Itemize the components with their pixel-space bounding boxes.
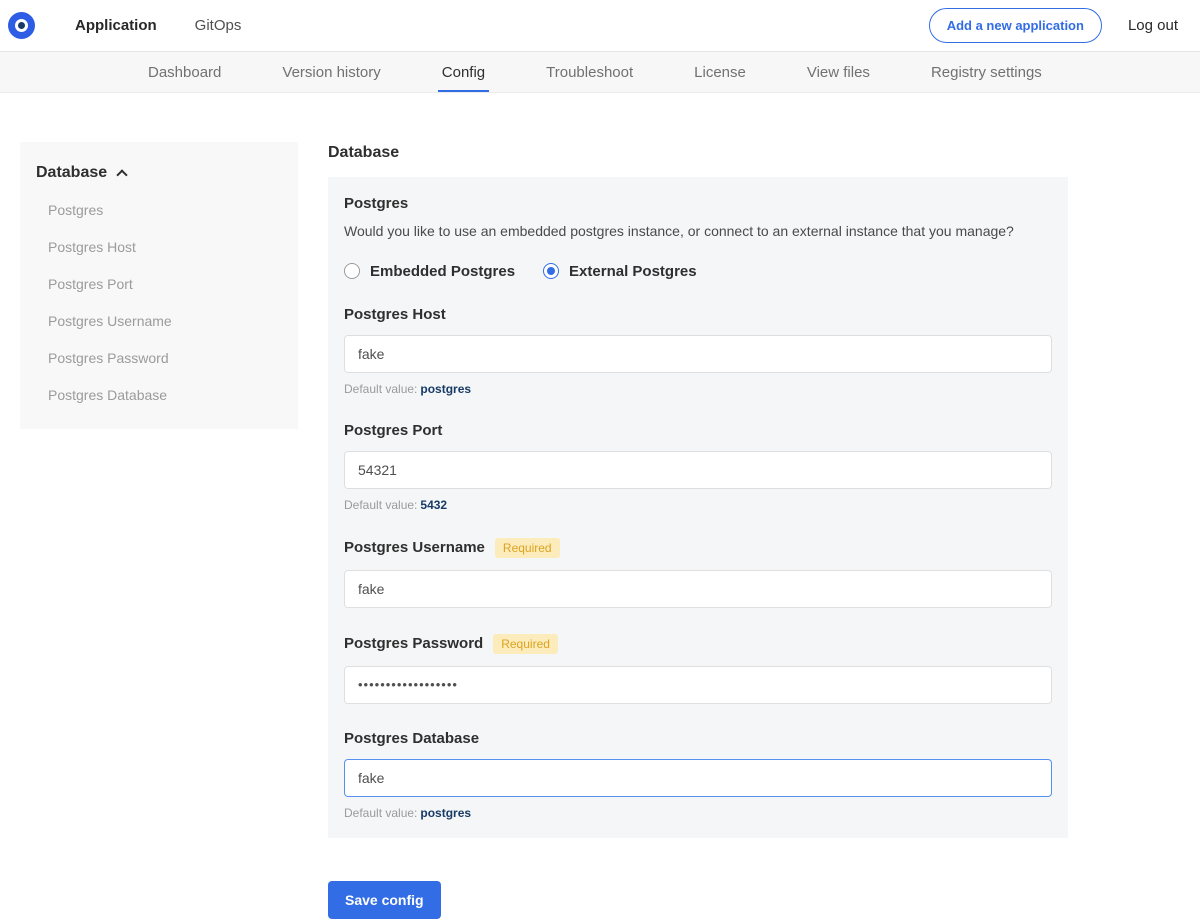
default-prefix: Default value: <box>344 806 417 820</box>
default-prefix: Default value: <box>344 498 417 512</box>
field-label-postgres-port: Postgres Port <box>344 422 1052 439</box>
save-row: Save config <box>328 881 1068 919</box>
config-main: Database Postgres Would you like to use … <box>328 142 1068 919</box>
subnav-item-view-files[interactable]: View files <box>807 52 870 92</box>
subnav-item-troubleshoot[interactable]: Troubleshoot <box>546 52 633 92</box>
radio-option-external-postgres[interactable]: External Postgres <box>543 263 697 280</box>
radio-unchecked-icon[interactable] <box>344 263 360 279</box>
default-value: 5432 <box>420 498 447 512</box>
field-label-text: Postgres Port <box>344 422 442 439</box>
app-logo-inner-icon <box>15 19 28 32</box>
subnav-item-registry-settings[interactable]: Registry settings <box>931 52 1042 92</box>
save-config-button[interactable]: Save config <box>328 881 441 919</box>
postgres-database-default: Default value:postgres <box>344 806 1052 820</box>
radio-option-embedded-postgres[interactable]: Embedded Postgres <box>344 263 515 280</box>
app-logo-icon <box>8 12 35 39</box>
postgres-help-text: Would you like to use an embedded postgr… <box>344 222 1052 241</box>
postgres-host-default: Default value:postgres <box>344 382 1052 396</box>
radio-checked-icon[interactable] <box>543 263 559 279</box>
add-new-application-button[interactable]: Add a new application <box>929 8 1102 43</box>
sidebar-item-postgres-host[interactable]: Postgres Host <box>48 239 282 255</box>
subnav-item-license[interactable]: License <box>694 52 746 92</box>
required-badge: Required <box>493 634 558 654</box>
postgres-username-input[interactable] <box>344 570 1052 608</box>
top-tabs: Application GitOps <box>75 0 241 51</box>
topnav-right: Add a new application Log out <box>929 8 1178 43</box>
field-label-text: Postgres Host <box>344 306 446 323</box>
sidebar-item-list: Postgres Postgres Host Postgres Port Pos… <box>36 202 282 403</box>
postgres-port-input[interactable] <box>344 451 1052 489</box>
config-page: Database Postgres Postgres Host Postgres… <box>0 93 1200 919</box>
database-config-panel: Postgres Would you like to use an embedd… <box>328 177 1068 838</box>
sidebar-item-postgres-password[interactable]: Postgres Password <box>48 350 282 366</box>
subnav-item-version-history[interactable]: Version history <box>282 52 380 92</box>
postgres-port-default: Default value:5432 <box>344 498 1052 512</box>
postgres-password-input[interactable] <box>344 666 1052 704</box>
default-value: postgres <box>420 806 471 820</box>
default-value: postgres <box>420 382 471 396</box>
field-label-text: Postgres Username <box>344 539 485 556</box>
subnav-item-dashboard[interactable]: Dashboard <box>148 52 221 92</box>
sidebar-item-postgres-username[interactable]: Postgres Username <box>48 313 282 329</box>
sidebar-item-postgres[interactable]: Postgres <box>48 202 282 218</box>
postgres-mode-radio-group: Embedded Postgres External Postgres <box>344 263 1052 280</box>
app-subnav: Dashboard Version history Config Trouble… <box>0 52 1200 93</box>
top-navbar: Application GitOps Add a new application… <box>0 0 1200 52</box>
field-label-text: Postgres Password <box>344 635 483 652</box>
postgres-database-input[interactable] <box>344 759 1052 797</box>
logout-button[interactable]: Log out <box>1128 17 1178 34</box>
subnav-item-config[interactable]: Config <box>442 52 485 92</box>
section-title: Database <box>328 144 1068 162</box>
postgres-host-input[interactable] <box>344 335 1052 373</box>
required-badge: Required <box>495 538 560 558</box>
sidebar-group-database[interactable]: Database <box>36 164 282 182</box>
default-prefix: Default value: <box>344 382 417 396</box>
field-label-postgres-password: Postgres Password Required <box>344 634 1052 654</box>
radio-label-external: External Postgres <box>569 263 697 280</box>
field-label-postgres-database: Postgres Database <box>344 730 1052 747</box>
field-label-postgres-host: Postgres Host <box>344 306 1052 323</box>
group-title-postgres: Postgres <box>344 195 1052 212</box>
sidebar-item-postgres-port[interactable]: Postgres Port <box>48 276 282 292</box>
config-sidebar: Database Postgres Postgres Host Postgres… <box>20 142 298 429</box>
tab-gitops[interactable]: GitOps <box>195 17 242 34</box>
field-label-text: Postgres Database <box>344 730 479 747</box>
radio-label-embedded: Embedded Postgres <box>370 263 515 280</box>
field-label-postgres-username: Postgres Username Required <box>344 538 1052 558</box>
tab-application[interactable]: Application <box>75 17 157 34</box>
sidebar-group-label: Database <box>36 164 107 182</box>
sidebar-item-postgres-database[interactable]: Postgres Database <box>48 387 282 403</box>
chevron-up-icon <box>116 169 127 180</box>
